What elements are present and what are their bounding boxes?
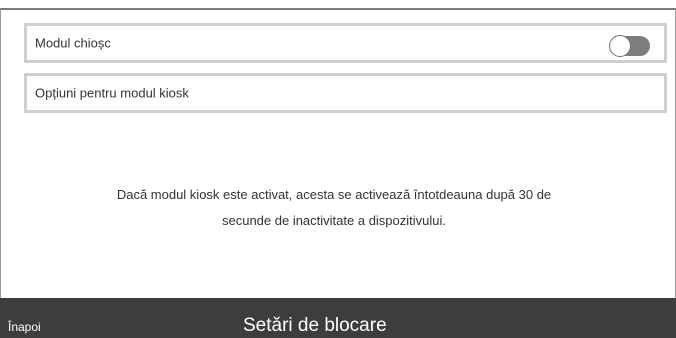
kiosk-options-label: Opțiuni pentru modul kiosk — [35, 85, 189, 101]
kiosk-mode-row[interactable]: Modul chioșc — [24, 23, 667, 63]
kiosk-mode-label: Modul chioșc — [35, 35, 111, 51]
kiosk-info-line-1: Dacă modul kiosk este activat, acesta se… — [116, 187, 552, 202]
settings-panel: Modul chioșc Opțiuni pentru modul kiosk … — [0, 8, 676, 298]
kiosk-info-line-2: secunde de inactivitate a dispozitivului… — [221, 213, 447, 228]
back-button[interactable]: Înapoi — [8, 320, 41, 334]
kiosk-mode-toggle[interactable] — [609, 35, 650, 57]
kiosk-options-row[interactable]: Opțiuni pentru modul kiosk — [24, 73, 667, 113]
toggle-knob — [609, 35, 631, 57]
kiosk-info-text: Dacă modul kiosk este activat, acesta se… — [24, 182, 644, 234]
bottom-bar: Înapoi Setări de blocare — [0, 298, 676, 338]
screen-title: Setări de blocare — [243, 315, 387, 336]
